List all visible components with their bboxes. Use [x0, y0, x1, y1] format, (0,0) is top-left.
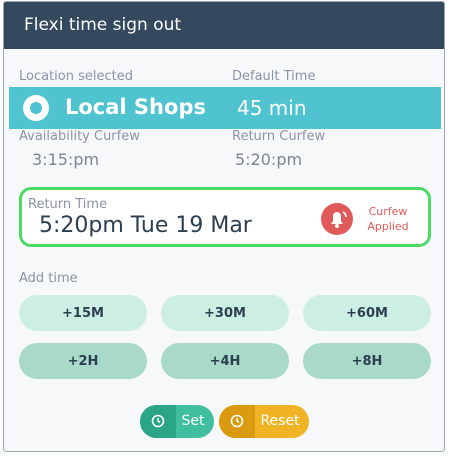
- add-4h-button[interactable]: +4H: [161, 343, 289, 379]
- add-15m-button[interactable]: +15M: [19, 295, 147, 331]
- return-curfew-value: 5:20:pm: [235, 150, 303, 169]
- return-curfew-label: Return Curfew: [232, 129, 326, 144]
- set-button-label: Set: [181, 413, 205, 429]
- location-radio-icon: [23, 95, 49, 121]
- add-30m-button[interactable]: +30M: [161, 295, 289, 331]
- return-time-label: Return Time: [28, 197, 108, 212]
- clock-icon: [219, 405, 255, 438]
- return-time-box: Return Time 5:20pm Tue 19 Mar Curfew App…: [19, 187, 431, 247]
- return-time-value: 5:20pm Tue 19 Mar: [39, 213, 252, 238]
- selected-location-bar[interactable]: Local Shops 45 min: [9, 87, 441, 129]
- reset-button[interactable]: Reset: [219, 405, 309, 438]
- curfew-status: Curfew Applied: [363, 204, 413, 234]
- add-60m-button[interactable]: +60M: [303, 295, 431, 331]
- curfew-status-line1: Curfew: [368, 205, 408, 218]
- add-8h-button[interactable]: +8H: [303, 343, 431, 379]
- set-button[interactable]: Set: [140, 405, 214, 438]
- clock-icon: [140, 405, 176, 438]
- alarm-bell-icon: [321, 203, 353, 235]
- panel-header: Flexi time sign out: [4, 2, 444, 49]
- add-2h-button[interactable]: +2H: [19, 343, 147, 379]
- curfew-status-line2: Applied: [367, 220, 409, 233]
- availability-curfew-value: 3:15:pm: [32, 150, 100, 169]
- panel-title: Flexi time sign out: [24, 15, 182, 35]
- location-selected-label: Location selected: [19, 69, 133, 84]
- reset-button-label: Reset: [260, 413, 300, 429]
- default-time-value: 45 min: [237, 96, 307, 120]
- default-time-label: Default Time: [232, 69, 316, 84]
- availability-curfew-label: Availability Curfew: [19, 129, 140, 144]
- add-time-label: Add time: [19, 271, 78, 286]
- flexi-time-panel: Flexi time sign out Location selected De…: [3, 1, 445, 452]
- location-name: Local Shops: [65, 95, 206, 119]
